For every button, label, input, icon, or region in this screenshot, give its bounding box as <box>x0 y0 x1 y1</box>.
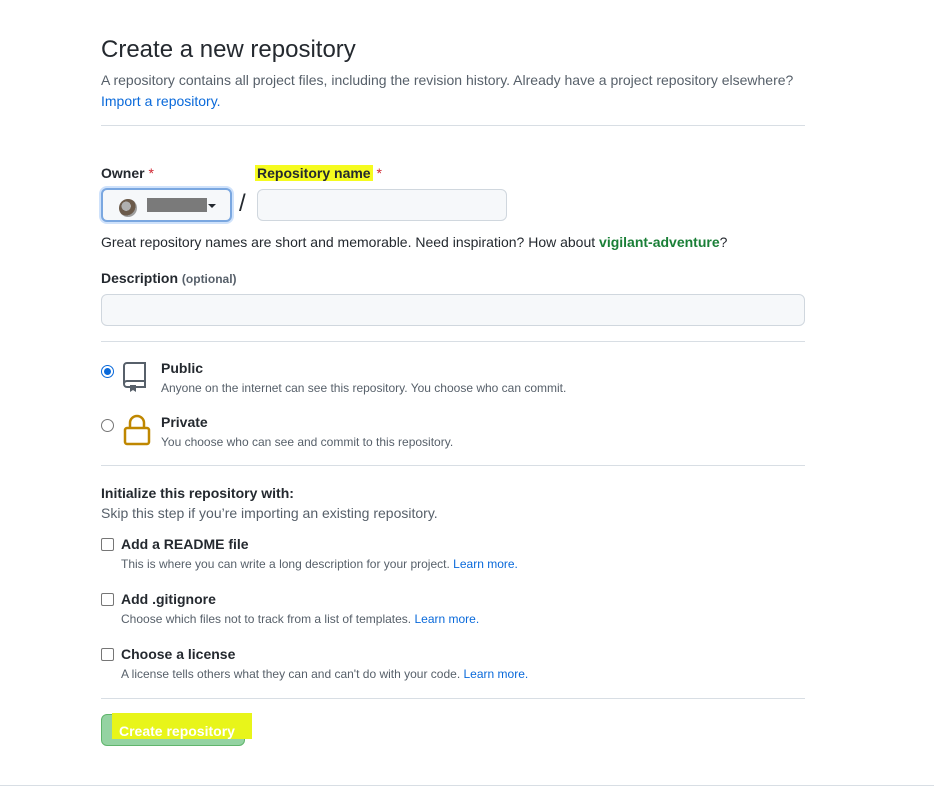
name-hint-text: Great repository names are short and mem… <box>101 234 600 250</box>
redacted-owner-name <box>147 198 207 212</box>
page-subtitle: A repository contains all project files,… <box>101 70 811 112</box>
create-button-label: Create repository <box>119 723 235 739</box>
readme-description-text: This is where you can write a long descr… <box>121 557 450 571</box>
description-label-text: Description <box>101 270 179 286</box>
readme-title: Add a README file <box>121 536 249 552</box>
readme-learn-more-link[interactable]: Learn more. <box>453 557 518 571</box>
caret-down-icon <box>208 204 216 208</box>
license-description-text: A license tells others what they can and… <box>121 667 461 681</box>
initialize-title: Initialize this repository with: <box>101 485 294 501</box>
private-description: You choose who can see and commit to thi… <box>161 435 454 449</box>
description-optional-text: (optional) <box>181 272 237 286</box>
gitignore-title: Add .gitignore <box>121 591 216 607</box>
repository-name-input[interactable] <box>257 189 507 221</box>
name-hint-end: ? <box>719 234 728 250</box>
gitignore-checkbox[interactable] <box>101 593 114 606</box>
repository-name-label: Repository name * <box>255 165 382 181</box>
gitignore-description: Choose which files not to track from a l… <box>121 612 479 626</box>
page-title: Create a new repository <box>101 36 356 63</box>
subtitle-text: A repository contains all project files,… <box>101 72 794 88</box>
license-checkbox[interactable] <box>101 648 114 661</box>
public-title: Public <box>161 360 204 376</box>
name-hint: Great repository names are short and mem… <box>101 234 727 250</box>
create-repository-button[interactable]: Create repository <box>101 713 252 746</box>
lock-icon <box>123 414 151 451</box>
owner-required-mark: * <box>148 165 154 181</box>
public-description: Anyone on the internet can see this repo… <box>161 381 567 395</box>
initialize-subtitle: Skip this step if you’re importing an ex… <box>101 505 438 521</box>
private-title: Private <box>161 414 208 430</box>
gitignore-learn-more-link[interactable]: Learn more. <box>414 612 479 626</box>
repository-name-required-mark: * <box>376 165 382 181</box>
divider <box>101 698 805 699</box>
import-repository-link[interactable]: Import a repository. <box>101 93 221 109</box>
public-radio[interactable] <box>101 365 114 378</box>
private-radio[interactable] <box>101 419 114 432</box>
footer-divider <box>0 785 934 786</box>
gitignore-description-text: Choose which files not to track from a l… <box>121 612 412 626</box>
readme-description: This is where you can write a long descr… <box>121 557 518 571</box>
divider <box>101 465 805 466</box>
license-learn-more-link[interactable]: Learn more. <box>464 667 529 681</box>
description-label: Description (optional) <box>101 270 237 286</box>
owner-label-text: Owner <box>101 165 145 181</box>
owner-repo-separator: / <box>239 190 246 217</box>
repo-icon <box>123 361 149 398</box>
repository-name-label-text: Repository name <box>255 165 373 181</box>
avatar <box>119 199 137 217</box>
readme-checkbox[interactable] <box>101 538 114 551</box>
description-input[interactable] <box>101 294 805 326</box>
divider <box>101 341 805 342</box>
divider <box>101 125 805 126</box>
license-description: A license tells others what they can and… <box>121 667 528 681</box>
owner-label: Owner * <box>101 165 154 181</box>
name-suggestion-link[interactable]: vigilant-adventure <box>599 234 720 250</box>
owner-select-button[interactable] <box>101 188 232 222</box>
license-title: Choose a license <box>121 646 236 662</box>
